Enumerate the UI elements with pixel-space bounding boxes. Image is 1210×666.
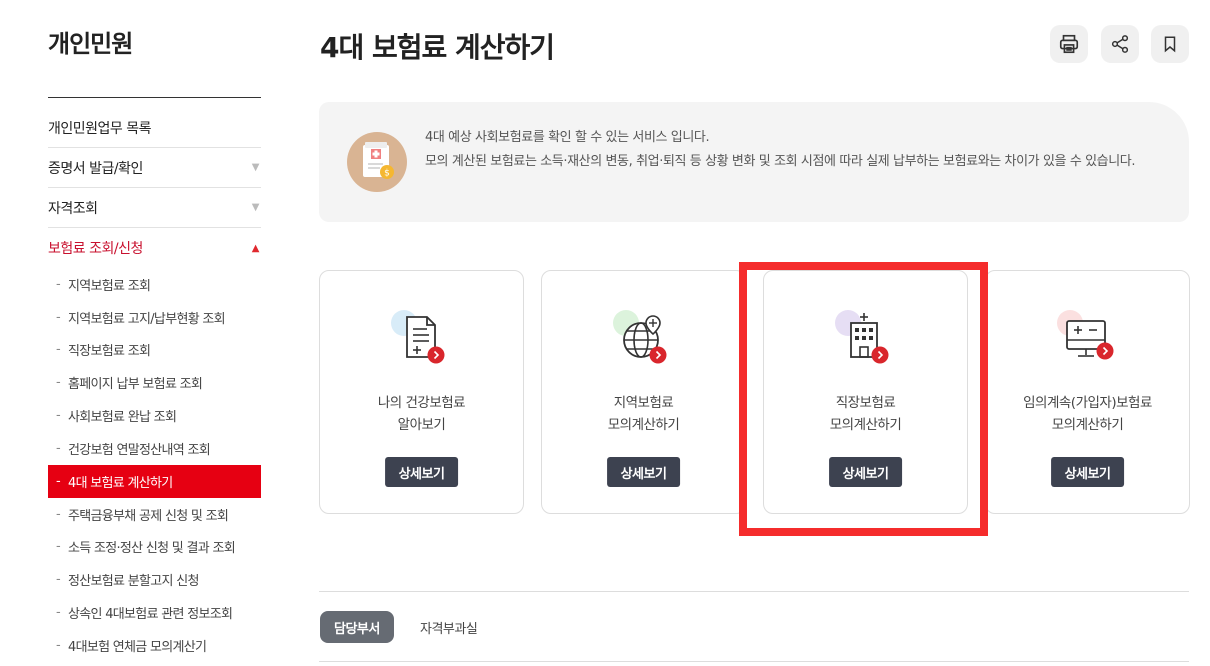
submenu-item-label: 사회보험료 완납 조회	[68, 410, 177, 426]
submenu-item[interactable]: - 상속인 4대보험료 관련 정보조회	[48, 596, 261, 629]
card-label: 나의 건강보험료 알아보기	[320, 392, 523, 436]
tab-department[interactable]: 담당부서	[320, 611, 394, 643]
card-label-line-2: 알아보기	[397, 417, 446, 433]
detail-button[interactable]: 상세보기	[1050, 457, 1125, 487]
print-button[interactable]	[1050, 25, 1088, 63]
submenu-item[interactable]: - 소득 조정·정산 신청 및 결과 조회	[48, 531, 261, 564]
calculator-monitor-icon	[1053, 305, 1123, 375]
submenu-item[interactable]: - 정산보험료 분할고지 신청	[48, 563, 261, 596]
submenu-item-label: 건강보험 연말정산내역 조회	[68, 442, 211, 458]
dash-icon: -	[56, 637, 61, 653]
submenu-item[interactable]: - 사회보험료 완납 조회	[48, 399, 261, 432]
card-label-line-1: 지역보험료	[613, 395, 674, 411]
card-label: 임의계속(가입자)보험료 모의계산하기	[986, 392, 1189, 436]
sidebar-item-qualification[interactable]: 자격조회 ▼	[48, 188, 261, 228]
submenu-item-label: 소득 조정·정산 신청 및 결과 조회	[68, 541, 236, 557]
submenu-item[interactable]: -4대보험 연체금 모의계산기	[48, 629, 261, 662]
dash-icon: -	[56, 309, 61, 325]
print-icon	[1059, 34, 1079, 54]
dash-icon: -	[56, 375, 61, 391]
sidebar-divider	[48, 97, 261, 98]
sidebar-item-label: 보험료 조회/신청	[48, 241, 143, 257]
dash-icon: -	[56, 276, 61, 292]
dash-icon: -	[56, 572, 61, 588]
sidebar-item-label: 증명서 발급/확인	[48, 160, 143, 177]
share-button[interactable]	[1101, 25, 1139, 63]
submenu-item[interactable]: - 지역보험료 고지/납부현황 조회	[48, 301, 261, 334]
sidebar-item-service-list[interactable]: 개인민원업무 목록	[48, 108, 261, 148]
submenu-item[interactable]: - 건강보험 연말정산내역 조회	[48, 432, 261, 465]
info-line-2: 모의 계산된 보험료는 소득·재산의 변동, 취업·퇴직 등 상황 변화 및 조…	[425, 154, 1136, 169]
detail-button[interactable]: 상세보기	[384, 457, 459, 487]
chevron-down-icon: ▼	[251, 162, 260, 173]
dash-icon: -	[56, 408, 61, 424]
submenu-item-label: 직장보험료 조회	[68, 344, 151, 360]
card-label-line-2: 모의계산하기	[1051, 417, 1124, 433]
sidebar-item-label: 개인민원업무 목록	[48, 120, 152, 137]
submenu-item-label: 4대보험 연체금 모의계산기	[68, 639, 207, 655]
card-voluntary-premium: 임의계속(가입자)보험료 모의계산하기 상세보기	[985, 270, 1190, 514]
bookmark-button[interactable]	[1151, 25, 1189, 63]
submenu-item-selected[interactable]: -4대 보험료 계산하기	[48, 464, 261, 498]
card-label-line-1: 나의 건강보험료	[377, 395, 466, 411]
card-my-health-premium: 나의 건강보험료 알아보기 상세보기	[319, 270, 524, 514]
chevron-up-icon: ▲	[251, 242, 260, 254]
sidebar-menu: 개인민원업무 목록 증명서 발급/확인 ▼ 자격조회 ▼ 보험료 조회/신청 ▲…	[48, 108, 261, 662]
document-plus-icon	[387, 305, 457, 375]
card-label-line-1: 임의계속(가입자)보험료	[1023, 395, 1152, 411]
sidebar-item-certificate[interactable]: 증명서 발급/확인 ▼	[48, 148, 261, 188]
submenu-item[interactable]: - 주택금융부채 공제 신청 및 조회	[48, 498, 261, 531]
card-label-line-2: 모의계산하기	[607, 417, 680, 433]
sidebar-item-premium[interactable]: 보험료 조회/신청 ▲	[48, 228, 261, 268]
sidebar-submenu: - 지역보험료 조회 - 지역보험료 고지/납부현황 조회 - 직장보험료 조회 -홈…	[48, 268, 261, 662]
card-label: 지역보험료 모의계산하기	[542, 392, 745, 436]
detail-button[interactable]: 상세보기	[606, 457, 681, 487]
chevron-down-icon: ▼	[251, 202, 260, 213]
submenu-item[interactable]: - 홈페이지 납부 보험료 조회	[48, 366, 261, 399]
submenu-item-label: 홈페이지 납부 보험료 조회	[68, 377, 203, 393]
document-coin-icon: $	[347, 132, 407, 192]
dash-icon: -	[56, 473, 61, 489]
globe-icon	[609, 305, 679, 375]
info-line-1: 4대 예상 사회보험료를 확인 할 수 있는 서비스 입니다.	[425, 130, 710, 145]
divider	[319, 591, 1189, 592]
dash-icon: -	[56, 440, 61, 456]
svg-text:$: $	[384, 169, 390, 179]
tab-qualification-office[interactable]: 자격부과실	[420, 611, 478, 643]
divider	[319, 661, 1189, 662]
submenu-item[interactable]: - 지역보험료 조회	[48, 268, 261, 301]
dash-icon: -	[56, 605, 61, 621]
info-box: $ 4대 예상 사회보험료를 확인 할 수 있는 서비스 입니다. 모의 계산된…	[319, 102, 1189, 222]
submenu-item-label: 정산보험료 분할고지 신청	[68, 574, 199, 590]
share-icon	[1111, 35, 1129, 53]
dash-icon: -	[56, 342, 61, 358]
bookmark-icon	[1164, 36, 1176, 53]
highlight-box	[739, 262, 988, 536]
submenu-item-label: 지역보험료 고지/납부현황 조회	[68, 311, 226, 327]
submenu-item-label: 4대 보험료 계산하기	[68, 475, 173, 491]
card-regional-premium: 지역보험료 모의계산하기 상세보기	[541, 270, 746, 514]
dash-icon: -	[56, 539, 61, 555]
info-text: 4대 예상 사회보험료를 확인 할 수 있는 서비스 입니다. 모의 계산된 보…	[425, 126, 1165, 174]
submenu-item-label: 지역보험료 조회	[68, 278, 151, 294]
submenu-item-label: 상속인 4대보험료 관련 정보조회	[68, 607, 233, 623]
page-title: 4대 보험료 계산하기	[320, 31, 555, 64]
submenu-item-label: 주택금융부채 공제 신청 및 조회	[68, 508, 229, 524]
dash-icon: -	[56, 506, 61, 522]
sidebar-item-label: 자격조회	[48, 200, 98, 217]
sidebar-title: 개인민원	[48, 30, 133, 58]
submenu-item[interactable]: - 직장보험료 조회	[48, 334, 261, 367]
